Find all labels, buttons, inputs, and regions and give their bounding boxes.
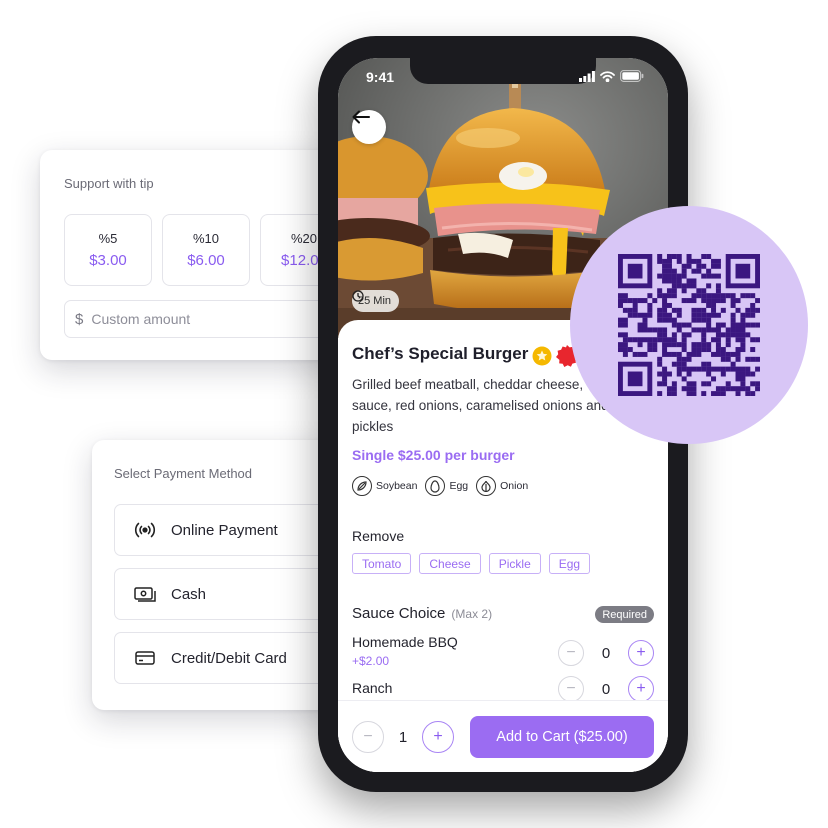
payment-card-title: Select Payment Method: [114, 466, 253, 481]
tip-percent: %5: [98, 231, 118, 246]
sauce-title-text: Sauce Choice: [352, 605, 446, 622]
sauce-section-title: Sauce Choice (Max 2): [352, 605, 492, 622]
increment-button[interactable]: +: [422, 721, 454, 753]
remove-chip-cheese[interactable]: Cheese: [419, 553, 481, 574]
payment-option-label: Cash: [171, 585, 207, 603]
remove-chip-tomato[interactable]: Tomato: [352, 553, 412, 574]
onion-icon: [476, 476, 497, 496]
payment-option-cash[interactable]: Cash: [114, 568, 334, 620]
sauce-option-bbq: Homemade BBQ +$2.00 − 0 +: [352, 634, 654, 668]
remove-section-title: Remove: [352, 528, 405, 544]
dish-title: Chef’s Special Burger: [352, 344, 529, 363]
payment-option-label: Online Payment: [171, 521, 278, 539]
price-line: Single $25.00 per burger: [352, 447, 515, 463]
clock-icon: [352, 290, 364, 302]
cart-quantity-value: 1: [398, 728, 408, 746]
allergen-list: Soybean Egg Onion: [352, 476, 528, 496]
increment-button[interactable]: +: [628, 676, 654, 702]
decrement-button[interactable]: −: [558, 640, 584, 666]
allergen-label: Onion: [500, 480, 529, 492]
tip-option-5[interactable]: %5 $3.00: [64, 214, 152, 286]
allergen-soybean: Soybean: [352, 476, 417, 496]
payment-option-online[interactable]: Online Payment: [114, 504, 334, 556]
status-time: 9:41: [366, 69, 395, 85]
custom-amount-placeholder: Custom amount: [91, 311, 191, 327]
allergen-label: Soybean: [376, 480, 418, 492]
tip-card-title: Support with tip: [64, 176, 154, 191]
required-badge: Required: [595, 606, 654, 623]
sauce-option-ranch: Ranch − 0 +: [352, 676, 654, 702]
increment-button[interactable]: +: [628, 640, 654, 666]
custom-amount-input[interactable]: $ Custom amount: [64, 300, 334, 338]
add-to-cart-button[interactable]: Add to Cart ($25.00): [470, 716, 654, 758]
cart-quantity-stepper: − 1 +: [352, 721, 454, 753]
star-badge-icon: [532, 346, 552, 371]
prep-time-chip: 25 Min: [352, 290, 400, 312]
quantity-value: 0: [601, 680, 611, 698]
allergen-label: Egg: [449, 480, 469, 492]
card-icon: [133, 646, 157, 670]
allergen-onion: Onion: [476, 476, 528, 496]
quantity-value: 0: [601, 644, 611, 662]
wireless-icon: [133, 518, 157, 542]
egg-icon: [425, 476, 446, 496]
payment-method-card: Select Payment Method Online Payment Cas…: [92, 440, 340, 710]
tip-card: Support with tip %5 $3.00 %10 $6.00 %20 …: [40, 150, 348, 360]
remove-chip-egg[interactable]: Egg: [548, 553, 591, 574]
wifi-icon: [600, 70, 615, 82]
tip-percent: %10: [192, 231, 220, 246]
tip-amount: $3.00: [89, 252, 127, 269]
payment-option-label: Credit/Debit Card: [171, 649, 287, 667]
signal-icon: [579, 70, 595, 82]
phone-notch: [410, 58, 596, 84]
quantity-stepper: − 0 +: [558, 676, 654, 702]
qr-code-bubble: [570, 206, 808, 444]
sauce-max-label: (Max 2): [451, 607, 493, 621]
quantity-stepper: − 0 +: [558, 640, 654, 666]
battery-icon: [620, 70, 644, 82]
banknote-icon: [133, 582, 157, 606]
soybean-icon: [352, 476, 372, 496]
decrement-button[interactable]: −: [558, 676, 584, 702]
qr-code-icon: [618, 254, 760, 396]
dish-description: Grilled beef meatball, cheddar cheese, s…: [352, 377, 609, 434]
payment-option-card[interactable]: Credit/Debit Card: [114, 632, 334, 684]
tip-option-10[interactable]: %10 $6.00: [162, 214, 250, 286]
remove-chip-list: Tomato Cheese Pickle Egg: [352, 553, 591, 574]
allergen-egg: Egg: [425, 476, 468, 496]
decrement-button[interactable]: −: [352, 721, 384, 753]
status-icons: [579, 70, 644, 82]
dollar-icon: $: [75, 310, 84, 328]
tip-amount: $6.00: [187, 252, 225, 269]
back-button[interactable]: [352, 110, 386, 144]
remove-chip-pickle[interactable]: Pickle: [488, 553, 541, 574]
arrow-left-icon: [352, 110, 370, 124]
cart-bar: − 1 + Add to Cart ($25.00): [338, 700, 668, 772]
